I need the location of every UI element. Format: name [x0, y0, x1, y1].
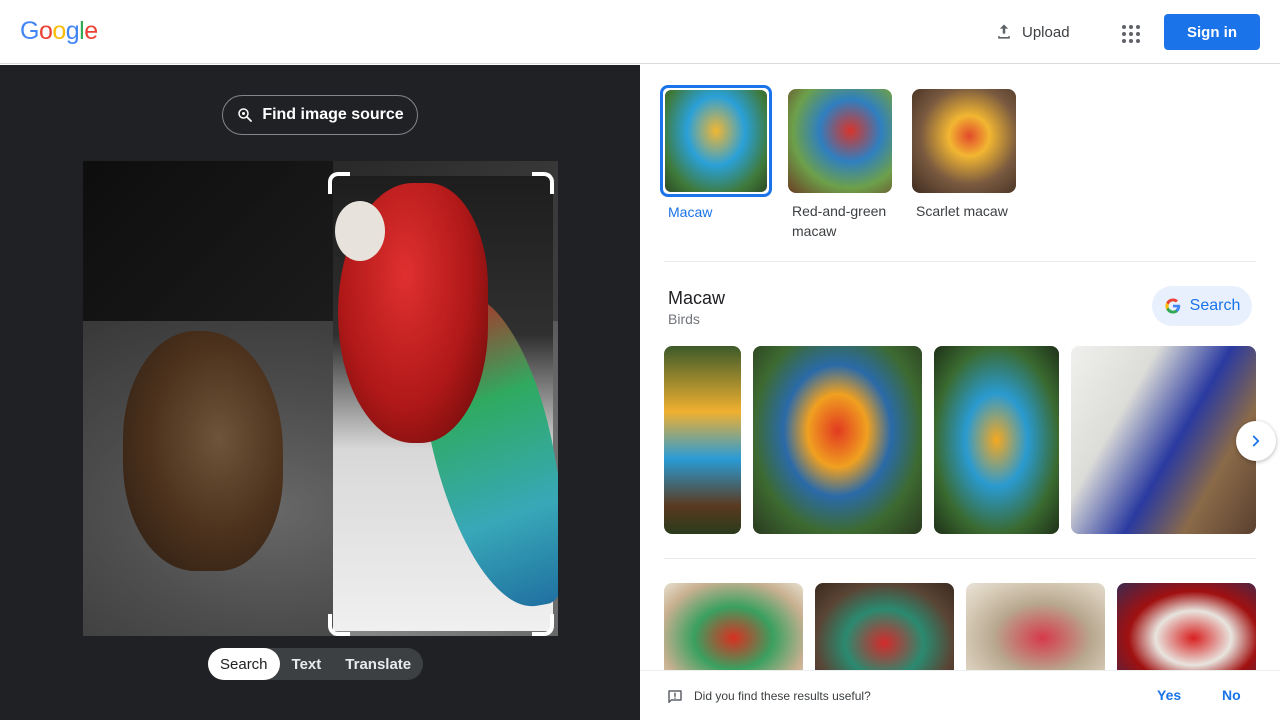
logo-letter: G	[20, 17, 39, 45]
logo-letter: e	[84, 17, 98, 45]
chip-scarlet-macaw[interactable]: Scarlet macaw	[912, 89, 1020, 241]
divider	[664, 558, 1256, 559]
query-image-panel: Find image source Search Text Translate	[0, 65, 640, 720]
apps-grid-icon[interactable]	[1118, 18, 1146, 46]
upload-icon	[998, 24, 1010, 39]
tab-text[interactable]: Text	[280, 648, 334, 680]
feedback-yes-button[interactable]: Yes	[1157, 687, 1181, 703]
upload-label: Upload	[1022, 23, 1070, 41]
entity-subtitle: Birds	[668, 311, 700, 327]
feedback-no-button[interactable]: No	[1222, 687, 1241, 703]
find-image-source-label: Find image source	[262, 106, 404, 123]
image-result[interactable]	[664, 346, 741, 534]
feedback-bar: Did you find these results useful? Yes N…	[640, 670, 1280, 720]
entity-title: Macaw	[668, 288, 726, 308]
logo-letter: o	[38, 17, 53, 45]
google-logo[interactable]: Google	[20, 17, 98, 46]
chip-macaw[interactable]: Macaw	[660, 85, 772, 241]
chip-label: Red-and-green macaw	[792, 203, 887, 239]
results-panel: Macaw Red-and-green macaw Scarlet macaw …	[640, 65, 1280, 670]
logo-letter: o	[52, 17, 66, 45]
image-result[interactable]	[1117, 583, 1256, 670]
chevron-right-icon	[1252, 435, 1260, 447]
find-image-source-button[interactable]: Find image source	[222, 95, 418, 135]
image-result[interactable]	[966, 583, 1105, 670]
mode-tabs: Search Text Translate	[208, 648, 424, 680]
feedback-icon	[668, 690, 682, 703]
next-results-button[interactable]	[1236, 421, 1276, 461]
entity-search-button[interactable]: Search	[1152, 286, 1252, 326]
query-image	[83, 161, 558, 636]
chip-thumbnail	[660, 85, 772, 197]
upload-button[interactable]: Upload	[984, 14, 1080, 50]
chip-thumbnail	[788, 89, 892, 193]
top-bar: Google Upload Sign in	[0, 0, 1280, 64]
entity-chips: Macaw Red-and-green macaw Scarlet macaw	[660, 85, 1020, 241]
image-result[interactable]	[934, 346, 1059, 534]
chip-label: Macaw	[668, 204, 713, 220]
feedback-question: Did you find these results useful?	[694, 689, 871, 703]
crop-handle-top-left[interactable]	[328, 172, 350, 194]
image-results-row	[664, 583, 1256, 670]
tab-translate[interactable]: Translate	[333, 648, 423, 680]
crop-handle-bottom-right[interactable]	[532, 614, 554, 636]
chip-thumbnail	[912, 89, 1016, 193]
crop-handle-top-right[interactable]	[532, 172, 554, 194]
divider	[664, 261, 1256, 262]
chip-red-and-green-macaw[interactable]: Red-and-green macaw	[788, 89, 896, 241]
image-result[interactable]	[664, 583, 803, 670]
entity-search-label: Search	[1189, 297, 1241, 314]
image-result[interactable]	[815, 583, 954, 670]
crop-handle-bottom-left[interactable]	[328, 614, 350, 636]
image-result[interactable]	[1071, 346, 1256, 534]
image-results-row	[664, 346, 1256, 534]
sign-in-button[interactable]: Sign in	[1164, 14, 1260, 50]
google-g-icon	[1165, 298, 1180, 314]
lens-search-icon	[238, 108, 253, 122]
logo-letter: g	[65, 17, 80, 45]
tab-search[interactable]: Search	[208, 648, 280, 680]
image-result[interactable]	[753, 346, 922, 534]
chip-label: Scarlet macaw	[916, 203, 1008, 219]
